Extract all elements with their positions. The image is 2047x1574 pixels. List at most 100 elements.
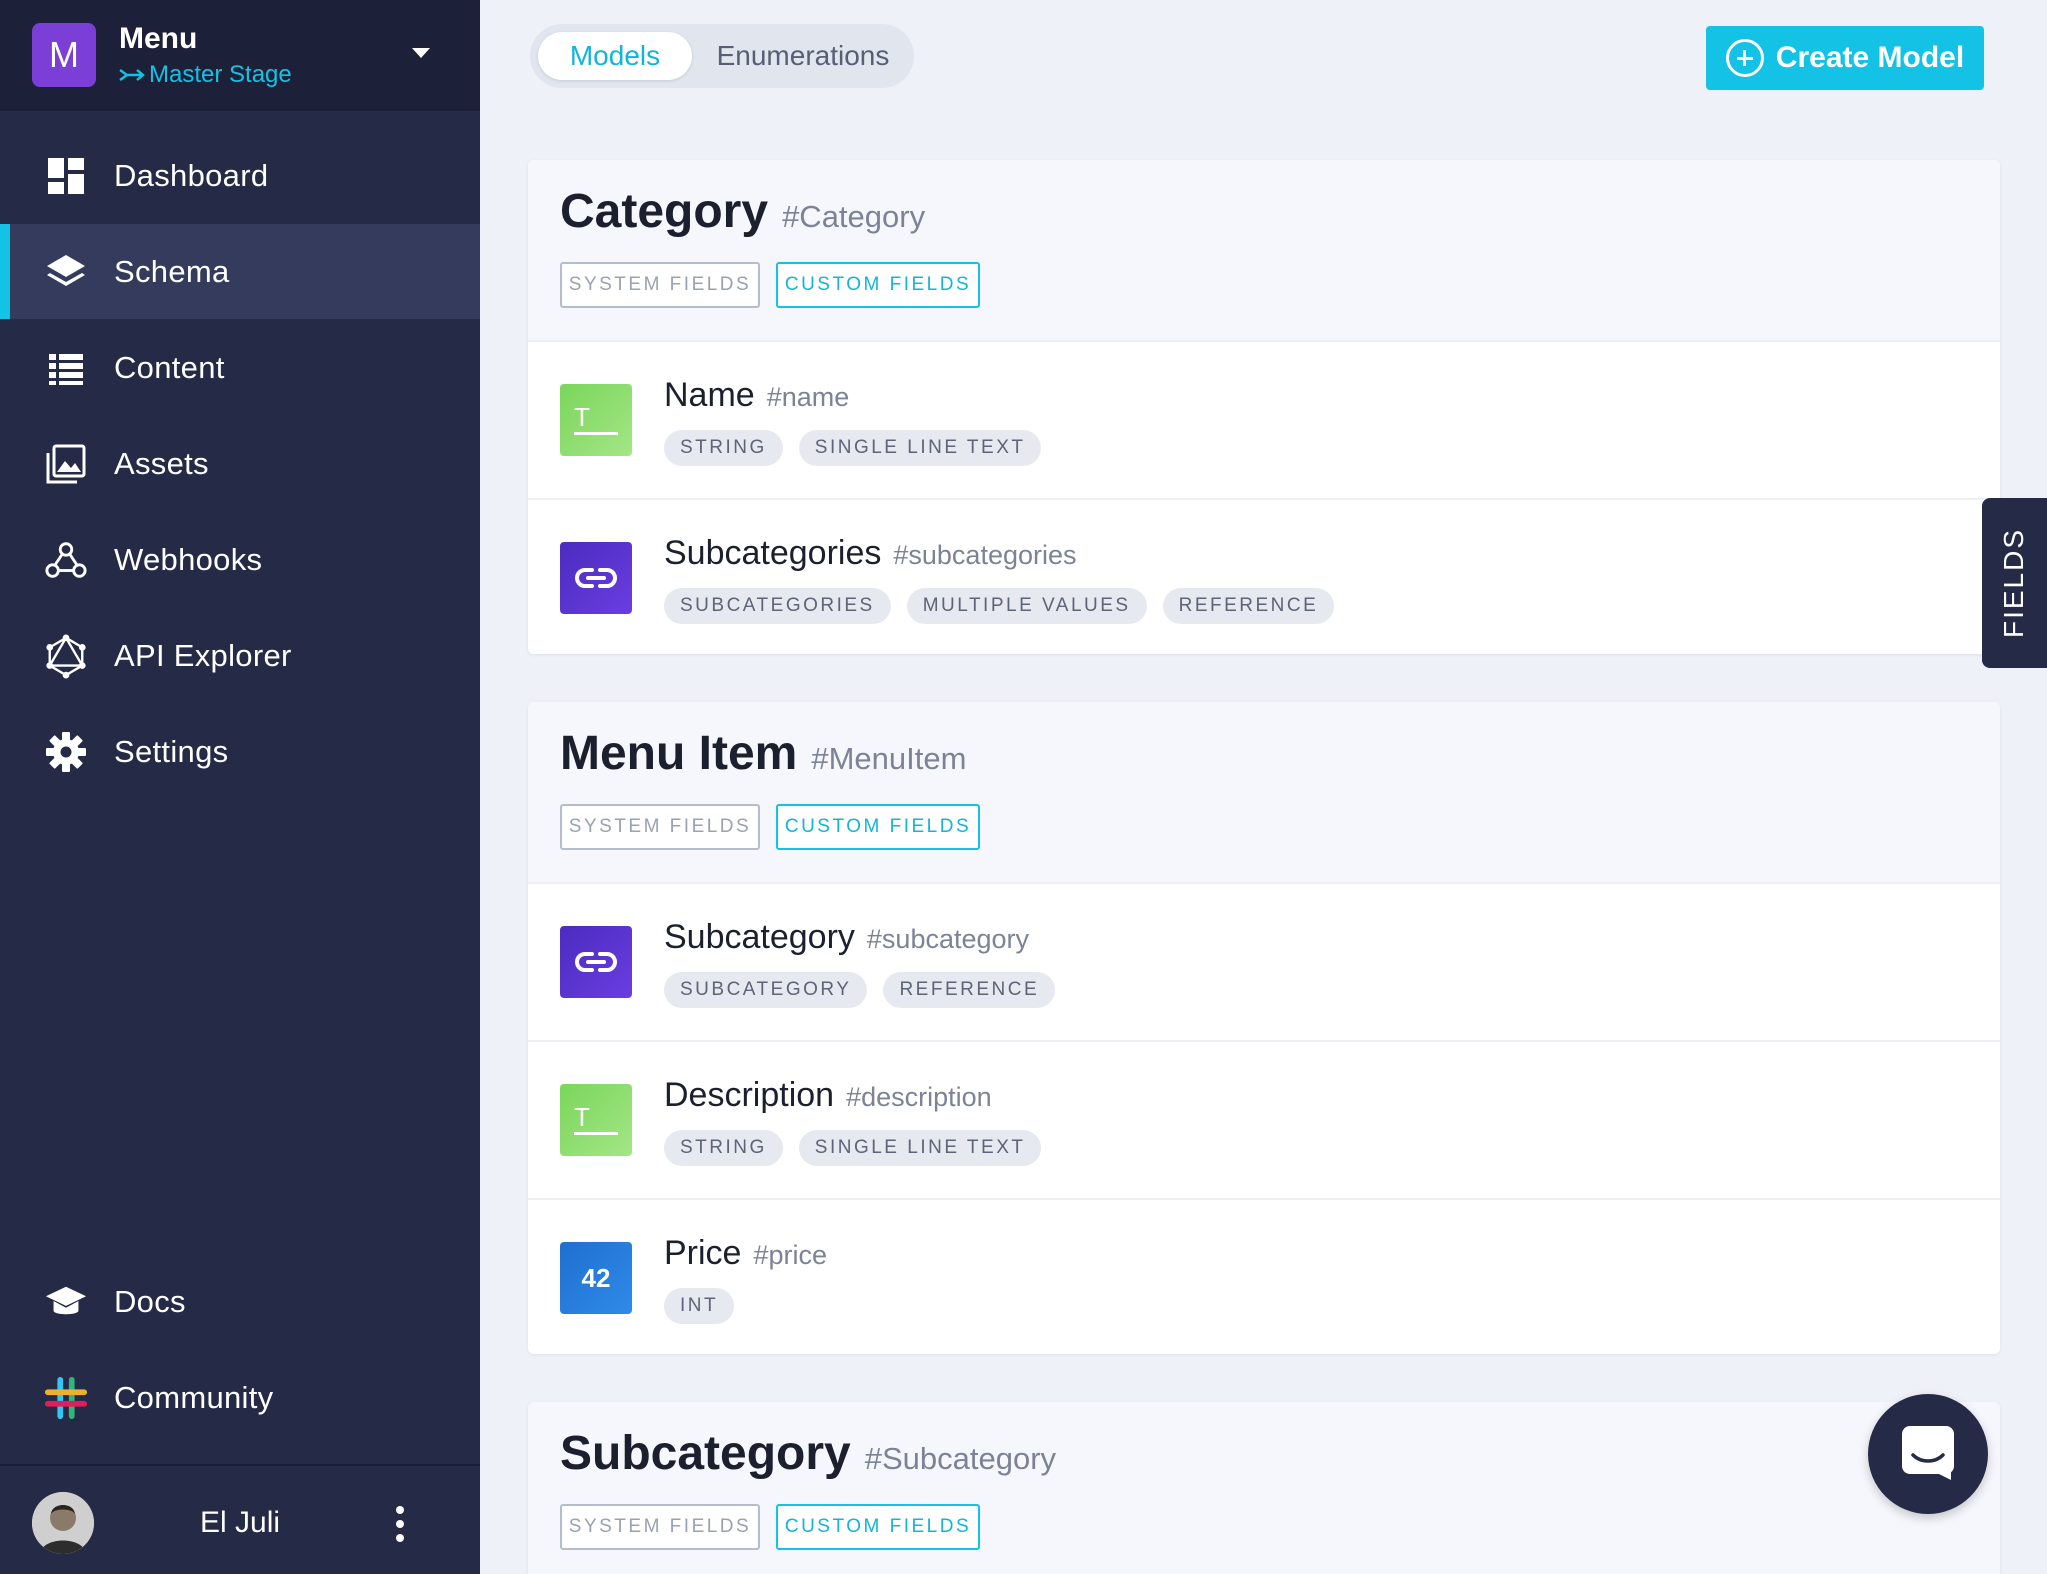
field-api-id: #name bbox=[766, 382, 850, 412]
text-field-icon: T bbox=[560, 1084, 632, 1156]
sidebar-item-label: Community bbox=[114, 1379, 274, 1415]
field-chips: SUBCATEGORY REFERENCE bbox=[664, 972, 1056, 1008]
stage-arrow-icon bbox=[119, 69, 145, 81]
sidebar-item-api-explorer[interactable]: API Explorer bbox=[0, 608, 480, 703]
graduation-cap-icon bbox=[44, 1280, 88, 1324]
field-type-chip: REFERENCE bbox=[1162, 588, 1335, 624]
dashboard-icon bbox=[44, 154, 88, 198]
gear-icon bbox=[44, 730, 88, 774]
model-title: Subcategory #Subcategory bbox=[560, 1426, 1056, 1481]
model-header: Subcategory #Subcategory SYSTEM FIELDS CU… bbox=[528, 1402, 2000, 1574]
field-row[interactable]: Subcategory #subcategory SUBCATEGORY REFE… bbox=[528, 882, 2000, 1040]
plus-circle-icon bbox=[1725, 39, 1764, 77]
sidebar-item-content[interactable]: Content bbox=[0, 320, 480, 415]
model-card-subcategory: Subcategory #Subcategory SYSTEM FIELDS CU… bbox=[528, 1402, 2000, 1574]
model-header: Category #Category SYSTEM FIELDS CUSTOM F… bbox=[528, 160, 2000, 340]
link-icon bbox=[560, 926, 632, 998]
create-model-label: Create Model bbox=[1775, 41, 1965, 74]
custom-fields-button[interactable]: CUSTOM FIELDS bbox=[776, 804, 980, 850]
model-title: Category #Category bbox=[560, 184, 925, 239]
avatar[interactable] bbox=[32, 1492, 94, 1554]
link-icon bbox=[560, 542, 632, 614]
model-title: Menu Item #MenuItem bbox=[560, 726, 966, 781]
tab-models[interactable]: Models bbox=[538, 32, 692, 80]
list-icon bbox=[44, 346, 88, 390]
sidebar-item-label: Content bbox=[114, 349, 225, 385]
model-name: Menu Item bbox=[560, 727, 798, 780]
view-toggle: Models Enumerations bbox=[530, 24, 914, 88]
number-icon: 42 bbox=[560, 1242, 632, 1314]
field-type-chip: STRING bbox=[664, 430, 783, 466]
user-name: El Juli bbox=[200, 1506, 281, 1539]
model-card-menu-item: Menu Item #MenuItem SYSTEM FIELDS CUSTOM … bbox=[528, 702, 2000, 1354]
custom-fields-button[interactable]: CUSTOM FIELDS bbox=[776, 262, 980, 308]
field-type-chip: STRING bbox=[664, 1130, 783, 1166]
field-type-chip: REFERENCE bbox=[883, 972, 1056, 1008]
layers-icon bbox=[44, 250, 88, 294]
sidebar-item-dashboard[interactable]: Dashboard bbox=[0, 128, 480, 223]
field-api-id: #subcategory bbox=[866, 924, 1030, 954]
field-type-chip: SINGLE LINE TEXT bbox=[798, 430, 1042, 466]
field-row[interactable]: T Name #name STRING SINGLE LINE TEXT bbox=[528, 340, 2000, 498]
project-stage: Master Stage bbox=[119, 61, 292, 89]
sidebar-item-label: Docs bbox=[114, 1283, 186, 1319]
sidebar-item-label: Webhooks bbox=[114, 541, 263, 577]
model-name: Category bbox=[560, 185, 769, 238]
field-name-line: Name #name bbox=[664, 376, 849, 415]
field-name: Subcategory bbox=[664, 918, 855, 956]
field-name-line: Subcategory #subcategory bbox=[664, 918, 1029, 957]
field-name-line: Subcategories #subcategories bbox=[664, 534, 1077, 573]
slack-icon bbox=[44, 1376, 88, 1420]
sidebar-item-docs[interactable]: Docs bbox=[0, 1254, 480, 1349]
image-icon bbox=[44, 442, 88, 486]
sidebar-item-settings[interactable]: Settings bbox=[0, 704, 480, 799]
fields-panel-toggle[interactable]: FIELDS bbox=[1982, 498, 2047, 668]
sidebar-item-assets[interactable]: Assets bbox=[0, 416, 480, 511]
field-chips: INT bbox=[664, 1288, 735, 1324]
field-type-chip: SUBCATEGORIES bbox=[664, 588, 891, 624]
custom-fields-button[interactable]: CUSTOM FIELDS bbox=[776, 1504, 980, 1550]
field-type-chip: MULTIPLE VALUES bbox=[906, 588, 1147, 624]
field-chips: SUBCATEGORIES MULTIPLE VALUES REFERENCE bbox=[664, 588, 1335, 624]
field-api-id: #price bbox=[753, 1240, 828, 1270]
field-row[interactable]: 42 Price #price INT bbox=[528, 1198, 2000, 1354]
field-row[interactable]: Subcategories #subcategories SUBCATEGORIE… bbox=[528, 498, 2000, 654]
tab-enumerations[interactable]: Enumerations bbox=[700, 32, 906, 80]
field-name: Name bbox=[664, 376, 755, 414]
model-api-id: #Category bbox=[782, 199, 926, 234]
user-section: El Juli bbox=[0, 1464, 480, 1574]
more-vertical-icon[interactable] bbox=[394, 1506, 406, 1542]
field-chips: STRING SINGLE LINE TEXT bbox=[664, 430, 1042, 466]
project-switcher[interactable]: M Menu Master Stage bbox=[0, 0, 480, 111]
field-api-id: #subcategories bbox=[893, 540, 1077, 570]
field-name: Price bbox=[664, 1234, 742, 1272]
chevron-down-icon[interactable] bbox=[412, 48, 430, 58]
sidebar-item-webhooks[interactable]: Webhooks bbox=[0, 512, 480, 607]
sidebar-item-label: Assets bbox=[114, 445, 209, 481]
field-chips: STRING SINGLE LINE TEXT bbox=[664, 1130, 1042, 1166]
field-row[interactable]: T Description #description STRING SINGLE … bbox=[528, 1040, 2000, 1198]
sidebar-item-label: Schema bbox=[114, 253, 230, 289]
field-name: Description bbox=[664, 1076, 835, 1114]
sidebar-item-label: Settings bbox=[114, 733, 229, 769]
model-api-id: #MenuItem bbox=[811, 741, 967, 776]
field-api-id: #description bbox=[846, 1082, 992, 1112]
topbar: Models Enumerations Create Model bbox=[480, 0, 2047, 112]
system-fields-button[interactable]: SYSTEM FIELDS bbox=[560, 804, 760, 850]
svg-text:T: T bbox=[574, 402, 590, 432]
sidebar-item-label: Dashboard bbox=[114, 157, 269, 193]
webhook-icon bbox=[44, 538, 88, 582]
svg-text:T: T bbox=[574, 1102, 590, 1132]
create-model-button[interactable]: Create Model bbox=[1706, 26, 1984, 90]
field-type-chip: SINGLE LINE TEXT bbox=[798, 1130, 1042, 1166]
chat-icon bbox=[1899, 1423, 1957, 1486]
system-fields-button[interactable]: SYSTEM FIELDS bbox=[560, 1504, 760, 1550]
chat-launcher-button[interactable] bbox=[1868, 1394, 1988, 1514]
system-fields-button[interactable]: SYSTEM FIELDS bbox=[560, 262, 760, 308]
sidebar-item-community[interactable]: Community bbox=[0, 1350, 480, 1445]
field-name-line: Description #description bbox=[664, 1076, 992, 1115]
sidebar-item-schema[interactable]: Schema bbox=[0, 224, 480, 319]
field-name: Subcategories bbox=[664, 534, 882, 572]
sidebar: M Menu Master Stage Dashboard Schema Con… bbox=[0, 0, 480, 1574]
model-card-category: Category #Category SYSTEM FIELDS CUSTOM F… bbox=[528, 160, 2000, 654]
